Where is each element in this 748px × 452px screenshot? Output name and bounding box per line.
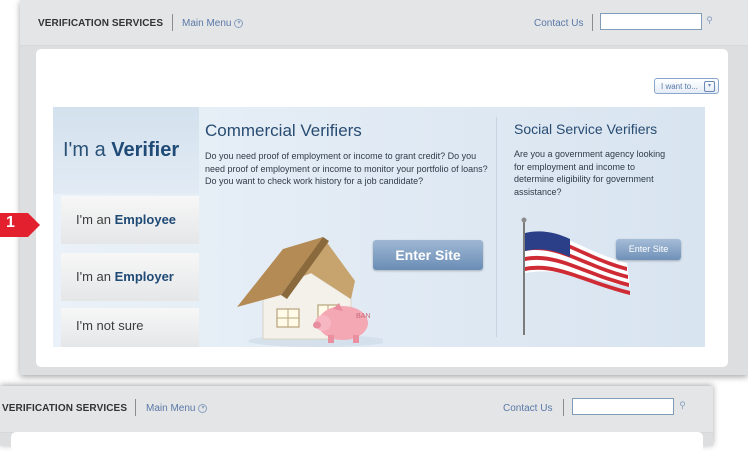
step-number: 1 [6, 214, 15, 231]
tab-bold: Employee [114, 212, 177, 227]
tab-employee[interactable]: I'm an Employee [61, 196, 199, 244]
house-piggy-bank-illustration: BAN [237, 237, 383, 347]
contact-us-link[interactable]: Contact Us [534, 18, 583, 29]
verifier-bold: Verifier [111, 139, 180, 161]
commercial-body: Do you need proof of employment or incom… [205, 151, 488, 186]
main-menu-link[interactable]: Main Menu ▾ [182, 18, 244, 29]
chevron-down-icon: ▾ [234, 18, 244, 28]
main-menu-link[interactable]: Main Menu ▾ [146, 403, 208, 414]
contact-us-link[interactable]: Contact Us [503, 403, 552, 414]
verifier-prefix: I'm a [63, 139, 106, 161]
brand-title: VERIFICATION SERVICES [2, 403, 128, 414]
content-panel: I want to... ▾ I'm a Verifier I'm an Emp… [36, 49, 728, 367]
main-menu-label: Main Menu [182, 18, 232, 29]
i-want-to-dropdown[interactable]: I want to... ▾ [654, 78, 719, 94]
divider [592, 14, 593, 31]
tab-verifier[interactable]: I'm a Verifier [53, 107, 199, 194]
hero-area: I'm a Verifier I'm an Employee I'm an Em… [53, 107, 705, 347]
section-divider [496, 117, 497, 337]
search-input[interactable] [572, 398, 674, 415]
piggy-label: BAN [356, 313, 370, 320]
tab-employer[interactable]: I'm an Employer [61, 253, 199, 301]
divider [563, 399, 564, 416]
search-input[interactable] [600, 13, 702, 30]
social-title: Social Service Verifiers [514, 121, 658, 137]
top-bar: VERIFICATION SERVICES Main Menu ▾ Contact… [0, 386, 713, 433]
search-icon[interactable]: ⚲ [704, 15, 715, 26]
tab-prefix: I'm an [76, 212, 111, 227]
tab-prefix: I'm an [76, 269, 111, 284]
tab-not-sure[interactable]: I'm not sure [61, 308, 199, 347]
tab-employer-label: I'm an Employer [76, 269, 199, 284]
top-bar: VERIFICATION SERVICES Main Menu ▾ Contact… [20, 0, 748, 46]
main-menu-label: Main Menu [146, 403, 196, 414]
chevron-down-icon: ▾ [704, 81, 715, 92]
divider [172, 14, 173, 31]
commercial-title: Commercial Verifiers [205, 121, 362, 140]
divider [135, 399, 136, 416]
tab-bold: Employer [114, 269, 174, 284]
brand-title: VERIFICATION SERVICES [38, 18, 164, 29]
tab-employee-label: I'm an Employee [76, 212, 199, 227]
i-want-to-label: I want to... [661, 82, 698, 91]
screenshot-main: VERIFICATION SERVICES Main Menu ▾ Contact… [20, 0, 748, 375]
screenshot-secondary: VERIFICATION SERVICES Main Menu ▾ Contact… [0, 386, 713, 452]
commercial-enter-site-button[interactable]: Enter Site [373, 240, 483, 270]
social-enter-site-button[interactable]: Enter Site [616, 239, 681, 260]
search-icon[interactable]: ⚲ [677, 400, 688, 411]
content-panel [11, 432, 703, 452]
verifier-label: I'm a Verifier [63, 139, 179, 162]
social-body: Are you a government agency looking for … [514, 149, 666, 197]
us-flag-illustration [521, 217, 630, 335]
chevron-down-icon: ▾ [198, 403, 208, 413]
tab-not-sure-label: I'm not sure [76, 318, 144, 333]
